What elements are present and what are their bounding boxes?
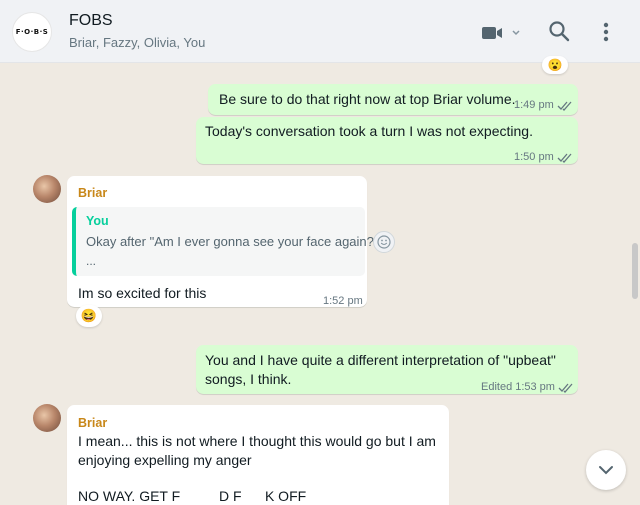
double-tick-icon bbox=[557, 153, 572, 163]
message-time: 1:53 pm bbox=[515, 381, 555, 393]
message-text: Im so excited for this bbox=[78, 285, 207, 301]
chevron-down-icon bbox=[599, 466, 613, 475]
scroll-to-bottom-button[interactable] bbox=[586, 450, 626, 490]
emoji-icon[interactable] bbox=[373, 231, 395, 253]
message-meta: 1:49 pm bbox=[514, 96, 573, 115]
message-time: 1:49 pm bbox=[514, 99, 554, 111]
message-outgoing[interactable]: Be sure to do that right now at top Bria… bbox=[208, 84, 578, 115]
scrollbar[interactable] bbox=[632, 243, 638, 299]
avatar[interactable] bbox=[33, 404, 61, 432]
message-text-line: You and I have quite a different interpr… bbox=[205, 352, 556, 368]
message-meta: 1:50 pm bbox=[514, 148, 573, 167]
message-meta: Edited 1:53 pm bbox=[481, 378, 574, 397]
chat-header: F·O·B·S FOBS Briar, Fazzy, Olivia, You bbox=[0, 0, 640, 63]
message-outgoing[interactable]: You and I have quite a different interpr… bbox=[196, 345, 578, 394]
message-text-line: NO WAY. GET F D F K OFF bbox=[78, 488, 307, 504]
video-call-icon[interactable] bbox=[480, 24, 520, 42]
message-outgoing[interactable]: Today's conversation took a turn I was n… bbox=[196, 117, 578, 164]
menu-icon[interactable] bbox=[596, 20, 616, 44]
message-incoming[interactable]: Briar I mean... this is not where I thou… bbox=[67, 405, 449, 505]
double-tick-icon bbox=[558, 383, 573, 393]
avatar[interactable] bbox=[33, 175, 61, 203]
message-text-line: songs, I think. bbox=[205, 371, 292, 387]
quoted-text: Okay after "Am I ever gonna see your fac… bbox=[86, 234, 379, 249]
search-icon[interactable] bbox=[548, 20, 570, 42]
message-meta: 1:52 pm bbox=[323, 292, 363, 311]
message-time: 1:50 pm bbox=[514, 151, 554, 163]
quoted-ellipsis: ... bbox=[86, 254, 97, 268]
reaction-badge[interactable]: 😮 bbox=[542, 56, 568, 74]
edited-label: Edited bbox=[481, 381, 513, 393]
chat-title[interactable]: FOBS bbox=[69, 12, 113, 30]
chat-members[interactable]: Briar, Fazzy, Olivia, You bbox=[69, 35, 205, 50]
message-text-line: I mean... this is not where I thought th… bbox=[78, 433, 436, 449]
reaction-badge[interactable]: 😆 bbox=[76, 305, 102, 327]
double-tick-icon bbox=[557, 101, 572, 111]
message-sender[interactable]: Briar bbox=[78, 414, 107, 433]
quoted-author: You bbox=[86, 214, 109, 228]
group-avatar[interactable]: F·O·B·S bbox=[12, 12, 52, 52]
message-time: 1:52 pm bbox=[323, 295, 363, 307]
reaction-emoji: 😆 bbox=[80, 308, 98, 323]
group-avatar-text: F·O·B·S bbox=[15, 28, 49, 36]
message-text: Today's conversation took a turn I was n… bbox=[205, 123, 533, 139]
quoted-message[interactable]: You Okay after "Am I ever gonna see your… bbox=[72, 207, 379, 276]
message-sender[interactable]: Briar bbox=[78, 184, 107, 203]
message-text: Be sure to do that right now at top Bria… bbox=[219, 91, 516, 107]
message-text-line: enjoying expelling my anger bbox=[78, 452, 252, 468]
